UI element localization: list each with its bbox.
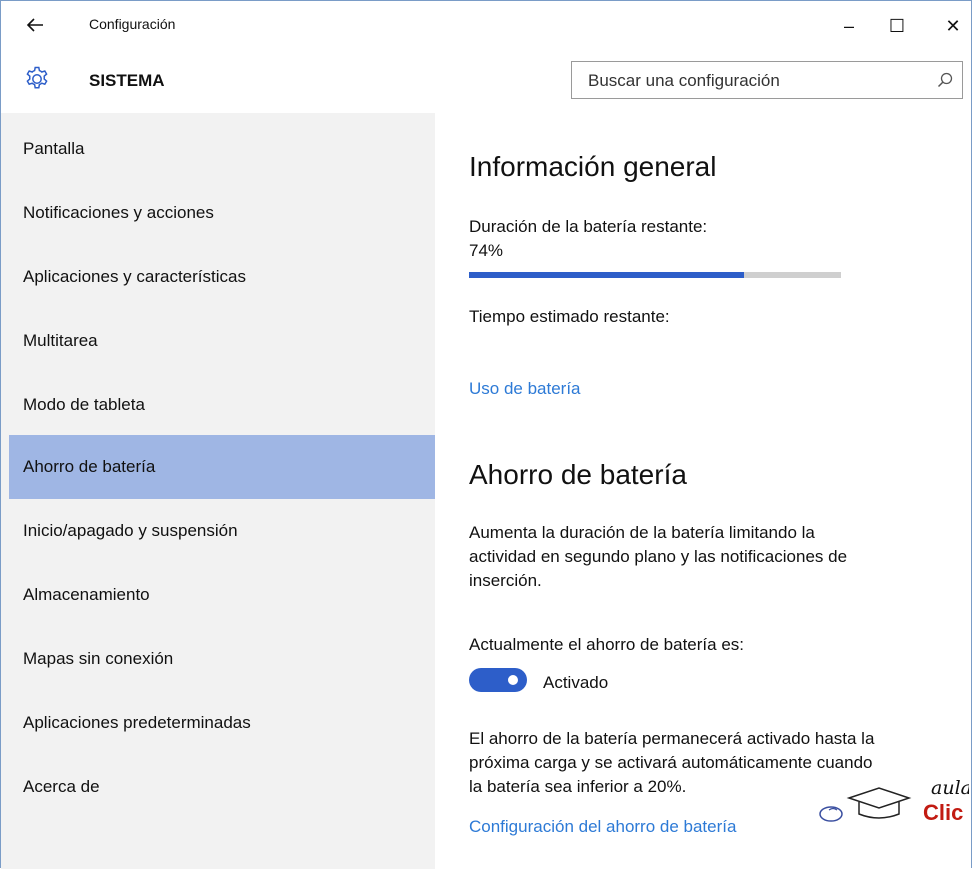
toggle-state-label: Activado bbox=[543, 673, 609, 692]
main-content: Información general Duración de la bater… bbox=[435, 113, 971, 869]
sidebar-item-multitarea[interactable]: Multitarea bbox=[9, 309, 435, 373]
header: SISTEMA bbox=[1, 49, 971, 111]
maximize-icon[interactable]: ☐ bbox=[877, 11, 917, 41]
sidebar-item-ahorro-bateria[interactable]: Ahorro de batería bbox=[9, 435, 435, 499]
saver-description-line-3: inserción. bbox=[469, 571, 542, 590]
sidebar-item-acerca-de[interactable]: Acerca de bbox=[9, 755, 435, 819]
battery-progress-fill bbox=[469, 272, 745, 278]
time-remaining-label: Tiempo estimado restante: bbox=[469, 307, 670, 326]
saver-description-line-1: Aumenta la duración de la batería limita… bbox=[469, 523, 815, 542]
toggle-knob bbox=[508, 675, 518, 685]
sidebar-item-aplicaciones[interactable]: Aplicaciones y características bbox=[9, 245, 435, 309]
saver-status-label: Actualmente el ahorro de batería es: bbox=[469, 635, 744, 654]
settings-window: Configuración – ☐ ✕ SISTEMA Pantalla Not… bbox=[0, 0, 972, 869]
sidebar-item-pantalla[interactable]: Pantalla bbox=[9, 117, 435, 181]
saver-info-line-2: próxima carga y se activará automáticame… bbox=[469, 753, 873, 772]
saver-info-line-3: la batería sea inferior a 20%. bbox=[469, 777, 687, 796]
close-icon[interactable]: ✕ bbox=[933, 11, 972, 41]
saver-heading: Ahorro de batería bbox=[469, 459, 687, 490]
sidebar-item-inicio-apagado[interactable]: Inicio/apagado y suspensión bbox=[9, 499, 435, 563]
overview-heading: Información general bbox=[469, 151, 717, 182]
window-title: Configuración bbox=[89, 16, 176, 32]
sidebar-item-mapas[interactable]: Mapas sin conexión bbox=[9, 627, 435, 691]
minimize-icon[interactable]: – bbox=[829, 11, 869, 41]
battery-saver-toggle[interactable] bbox=[469, 668, 527, 692]
battery-progress-bar bbox=[469, 272, 841, 278]
section-title: SISTEMA bbox=[89, 71, 165, 90]
watermark-line-2: Clic bbox=[923, 800, 963, 825]
sidebar-item-aplicaciones-predeterminadas[interactable]: Aplicaciones predeterminadas bbox=[9, 691, 435, 755]
search-box[interactable] bbox=[571, 61, 963, 100]
aulaclic-logo-icon: aula Clic bbox=[809, 776, 972, 836]
back-arrow-icon[interactable] bbox=[23, 13, 47, 37]
search-icon[interactable] bbox=[936, 71, 954, 89]
sidebar-item-modo-tableta[interactable]: Modo de tableta bbox=[9, 373, 435, 437]
search-input[interactable] bbox=[572, 62, 930, 100]
gear-icon bbox=[23, 65, 51, 93]
sidebar-item-almacenamiento[interactable]: Almacenamiento bbox=[9, 563, 435, 627]
title-bar: Configuración – ☐ ✕ bbox=[1, 1, 971, 49]
battery-usage-link[interactable]: Uso de batería bbox=[469, 379, 581, 399]
watermark-line-1: aula bbox=[931, 777, 969, 799]
sidebar-item-notificaciones[interactable]: Notificaciones y acciones bbox=[9, 181, 435, 245]
saver-info-line-1: El ahorro de la batería permanecerá acti… bbox=[469, 729, 875, 748]
battery-percent: 74% bbox=[469, 241, 504, 260]
battery-label: Duración de la batería restante: bbox=[469, 217, 708, 236]
saver-settings-link[interactable]: Configuración del ahorro de batería bbox=[469, 817, 736, 837]
sidebar: Pantalla Notificaciones y acciones Aplic… bbox=[1, 113, 435, 869]
saver-description-line-2: actividad en segundo plano y las notific… bbox=[469, 547, 848, 566]
